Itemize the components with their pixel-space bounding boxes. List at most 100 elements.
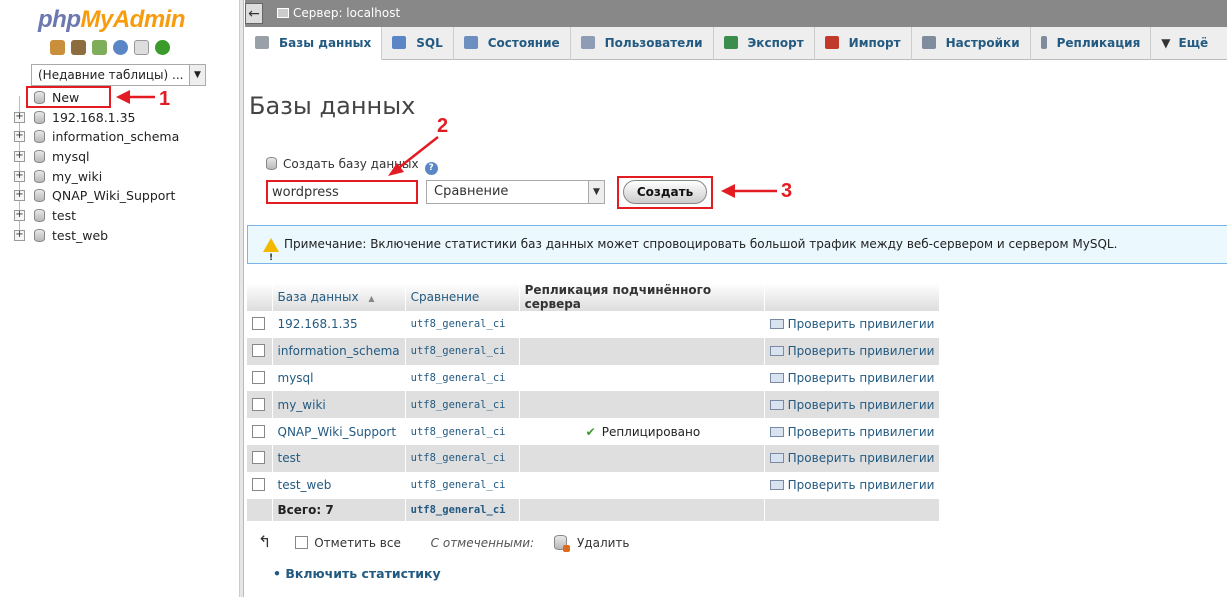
- tree-item-db[interactable]: + test: [12, 206, 179, 226]
- help-icon[interactable]: ?: [424, 162, 438, 175]
- database-link[interactable]: my_wiki: [272, 391, 406, 419]
- database-icon: [34, 110, 45, 124]
- privileges-icon: [769, 426, 784, 437]
- tab-export[interactable]: Экспорт: [714, 27, 815, 60]
- row-checkbox[interactable]: [252, 397, 265, 411]
- expand-icon[interactable]: +: [14, 190, 25, 202]
- tab-status[interactable]: Состояние: [454, 27, 571, 60]
- tree-item-label: test_web: [52, 227, 109, 243]
- recent-tables-select[interactable]: (Недавние таблицы) ... ▼: [31, 64, 206, 86]
- row-checkbox[interactable]: [252, 451, 265, 465]
- tab-databases[interactable]: Базы данных: [245, 27, 383, 60]
- row-checkbox[interactable]: [252, 317, 265, 331]
- replication-cell: [519, 471, 765, 499]
- tab-settings[interactable]: Настройки: [912, 27, 1031, 60]
- docs-icon[interactable]: [134, 40, 149, 55]
- check-all-checkbox[interactable]: [295, 536, 309, 549]
- row-checkbox[interactable]: [252, 424, 265, 438]
- delete-button[interactable]: Удалить: [577, 536, 630, 550]
- panel-resizer[interactable]: [240, 0, 244, 597]
- annotation-highlight-new: [26, 86, 111, 108]
- tab-import[interactable]: Импорт: [815, 27, 912, 60]
- table-header-actions: [764, 283, 941, 311]
- page-title: Базы данных: [249, 92, 416, 120]
- collation-value: Сравнение: [434, 184, 509, 199]
- warning-icon: [263, 238, 279, 277]
- check-privileges-link[interactable]: Проверить привилегии: [764, 471, 941, 499]
- database-link[interactable]: test_web: [272, 471, 406, 499]
- collation-select[interactable]: Сравнение ▼: [426, 180, 605, 204]
- table-row: 192.168.1.35 utf8_general_ci Проверить п…: [247, 311, 941, 338]
- notice-message: Примечание: Включение статистики баз дан…: [247, 225, 1227, 277]
- table-row: my_wiki utf8_general_ci Проверить привил…: [247, 391, 941, 419]
- check-privileges-link[interactable]: Проверить привилегии: [764, 311, 941, 338]
- collation-cell: utf8_general_ci: [405, 364, 520, 392]
- database-link[interactable]: information_schema: [272, 337, 406, 365]
- database-icon: [34, 209, 45, 223]
- database-link[interactable]: mysql: [272, 364, 406, 392]
- top-breadcrumb-bar: ← Сервер: localhost: [245, 0, 1227, 27]
- database-link[interactable]: 192.168.1.35: [272, 311, 406, 338]
- enable-statistics-link[interactable]: • Включить статистику: [273, 566, 441, 581]
- table-row: QNAP_Wiki_Support utf8_general_ci ✔ Репли…: [247, 418, 941, 445]
- tree-item-db[interactable]: + QNAP_Wiki_Support: [12, 186, 179, 206]
- users-icon: [580, 36, 595, 49]
- status-icon: [463, 36, 478, 49]
- database-name-input[interactable]: [266, 180, 418, 204]
- collation-cell: utf8_general_ci: [405, 311, 520, 338]
- tab-sql[interactable]: SQL: [382, 27, 454, 60]
- expand-icon[interactable]: +: [14, 131, 25, 143]
- expand-icon[interactable]: +: [14, 151, 25, 163]
- tree-item-db[interactable]: + information_schema: [12, 127, 179, 147]
- delete-database-icon: [553, 535, 570, 552]
- check-privileges-link[interactable]: Проверить привилегии: [764, 418, 941, 445]
- database-icon: [34, 189, 45, 203]
- check-privileges-link[interactable]: Проверить привилегии: [764, 444, 941, 472]
- collation-cell: utf8_general_ci: [405, 471, 520, 499]
- create-button[interactable]: Создать: [623, 180, 707, 204]
- logout-icon[interactable]: [71, 40, 86, 55]
- annotation-number-3: 3: [781, 180, 793, 202]
- database-link[interactable]: test: [272, 444, 406, 472]
- create-db-label: Создать базу данных?: [266, 157, 438, 175]
- collation-cell: utf8_general_ci: [405, 337, 520, 365]
- sort-asc-icon: ▲: [368, 294, 375, 303]
- tree-item-db[interactable]: + test_web: [12, 226, 179, 246]
- tree-item-db[interactable]: + mysql: [12, 147, 179, 167]
- total-label: Всего: 7: [272, 498, 406, 521]
- check-privileges-link[interactable]: Проверить привилегии: [764, 364, 941, 392]
- tree-item-db[interactable]: + my_wiki: [12, 167, 179, 187]
- database-link[interactable]: QNAP_Wiki_Support: [272, 418, 406, 445]
- replication-icon: [1040, 36, 1047, 49]
- help-icon[interactable]: [113, 40, 128, 55]
- table-header-collation[interactable]: Сравнение: [405, 283, 520, 311]
- collapse-panel-button[interactable]: ←: [245, 3, 263, 24]
- reload-icon[interactable]: [155, 40, 170, 55]
- sql-query-icon[interactable]: [92, 40, 107, 55]
- tab-replication[interactable]: Репликация: [1031, 27, 1152, 60]
- tab-more[interactable]: ▼ Ещё: [1151, 27, 1218, 60]
- chevron-down-icon: ▼: [1161, 36, 1171, 50]
- tab-users[interactable]: Пользователи: [571, 27, 714, 60]
- privileges-icon: [769, 453, 784, 464]
- expand-icon[interactable]: +: [14, 170, 25, 182]
- home-icon[interactable]: [50, 40, 65, 55]
- navigation-panel: phpMyAdmin (Недавние таблицы) ... ▼ New …: [0, 0, 240, 597]
- privileges-icon: [769, 346, 784, 357]
- with-selected-label: С отмеченными:: [430, 536, 535, 550]
- expand-icon[interactable]: +: [14, 210, 25, 222]
- row-checkbox[interactable]: [252, 370, 265, 384]
- breadcrumb-server[interactable]: Сервер: localhost: [277, 6, 400, 20]
- tree-item-label: test: [52, 208, 77, 224]
- tree-item-db[interactable]: +192.168.1.35: [12, 108, 179, 128]
- expand-icon[interactable]: +: [14, 229, 25, 241]
- row-checkbox[interactable]: [252, 344, 265, 358]
- recent-tables-value: (Недавние таблицы) ...: [38, 68, 184, 82]
- check-all-label[interactable]: Отметить все: [314, 536, 401, 550]
- check-privileges-link[interactable]: Проверить привилегии: [764, 391, 941, 419]
- check-privileges-link[interactable]: Проверить привилегии: [764, 337, 941, 365]
- expand-icon[interactable]: +: [14, 111, 25, 123]
- table-header-database[interactable]: База данных ▲: [272, 283, 406, 311]
- row-checkbox[interactable]: [252, 478, 265, 492]
- phpmyadmin-logo[interactable]: phpMyAdmin: [38, 6, 185, 34]
